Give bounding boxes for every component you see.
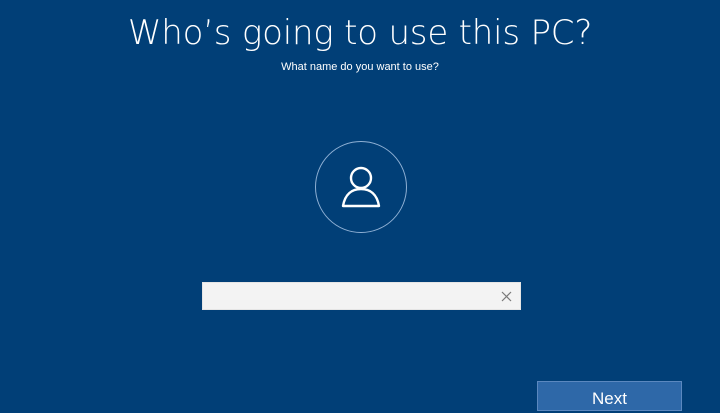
clear-button[interactable]: [496, 286, 516, 306]
oobe-account-screen: Who’s going to use this PC? What name do…: [0, 0, 720, 411]
name-input[interactable]: [203, 283, 483, 309]
next-button[interactable]: Next: [537, 381, 682, 411]
close-icon: [501, 291, 511, 301]
avatar: [315, 141, 407, 233]
name-field-container: [202, 282, 521, 310]
page-title: Who’s going to use this PC?: [127, 13, 593, 53]
person-icon: [341, 166, 381, 208]
page-subtitle: What name do you want to use?: [281, 61, 439, 73]
